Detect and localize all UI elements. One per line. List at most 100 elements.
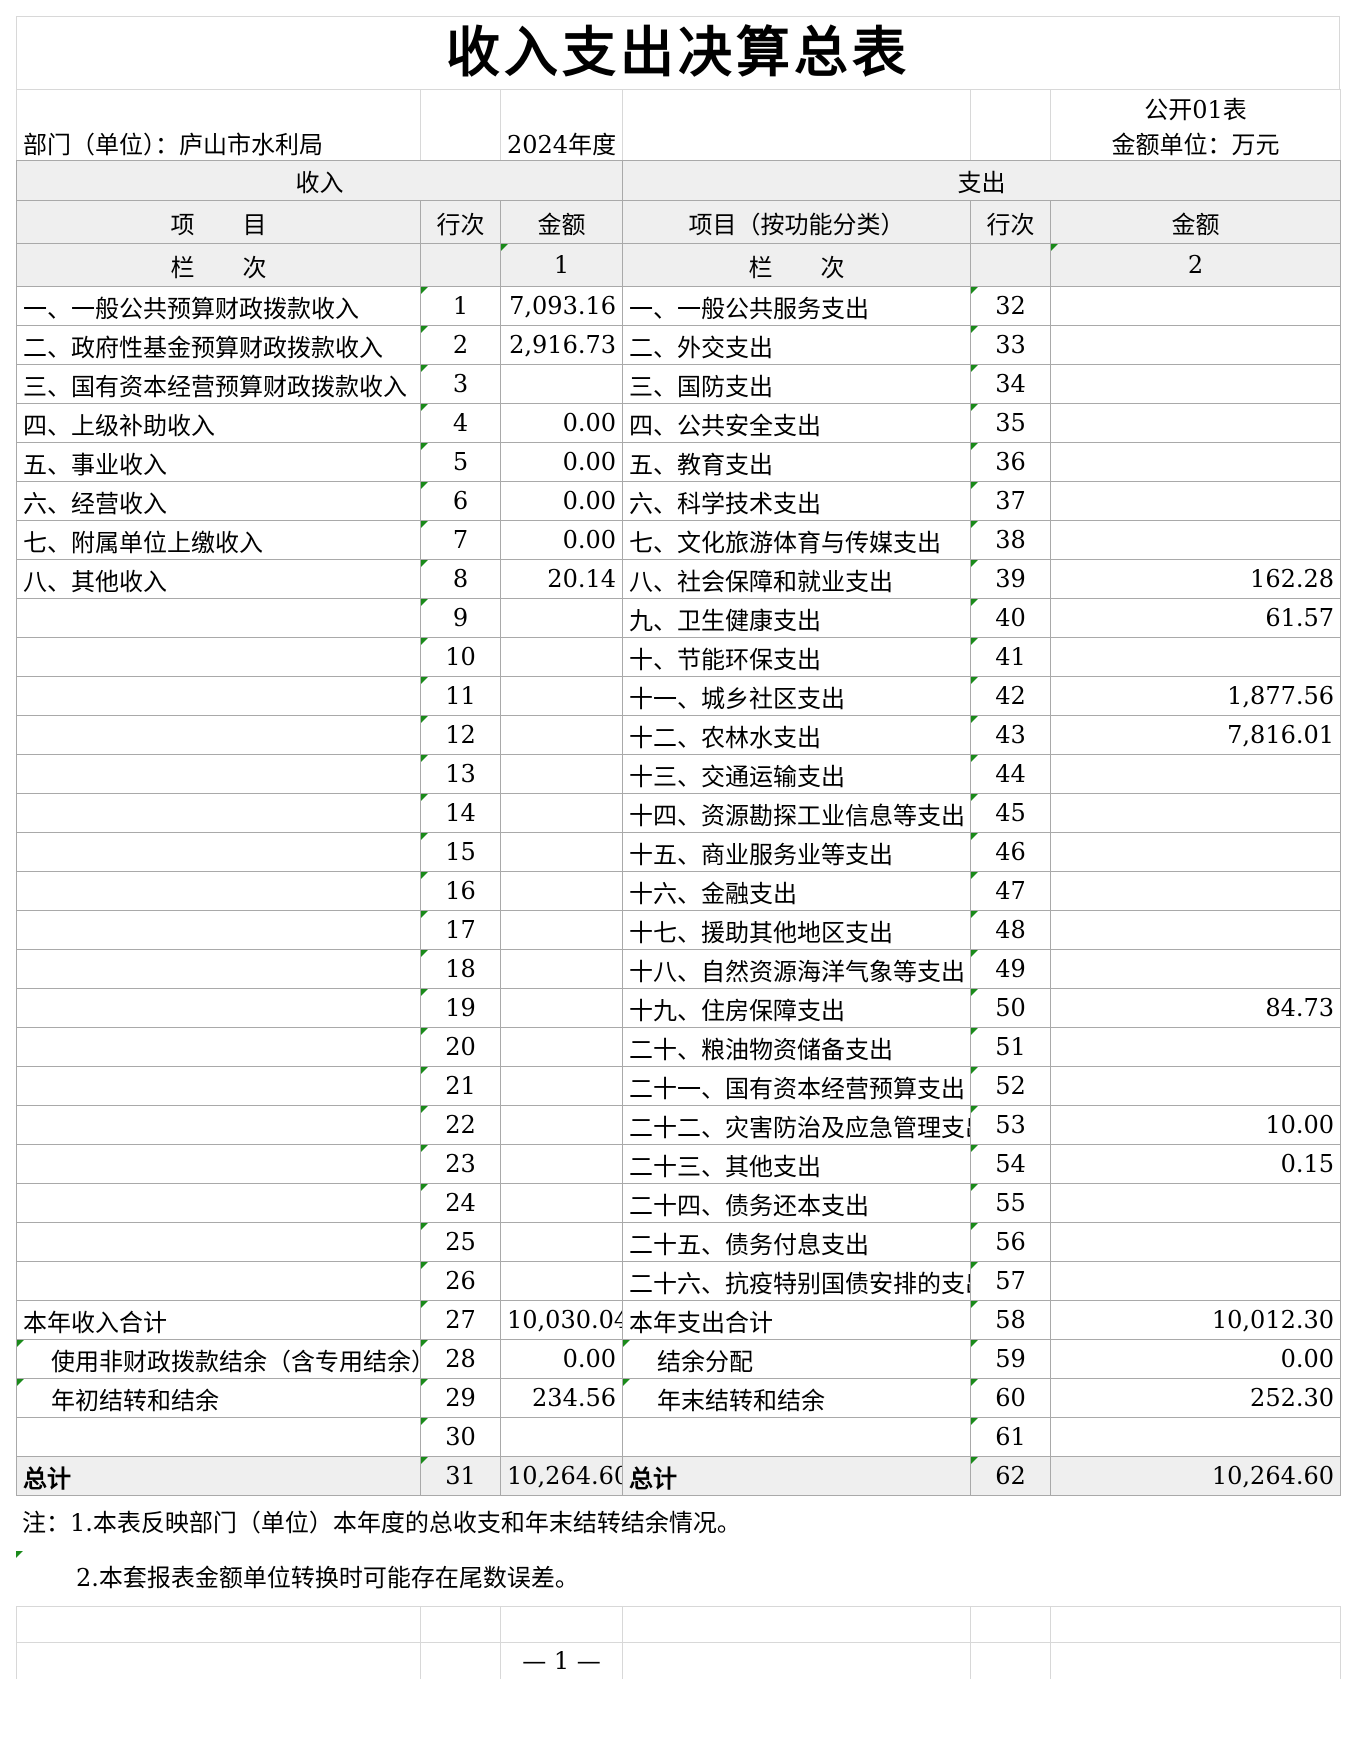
col-row-no: 行次 <box>420 200 501 244</box>
expense-row-no: 59 <box>970 1339 1052 1379</box>
income-row-no: 8 <box>420 559 501 599</box>
form-code: 公开01表 <box>1050 89 1341 125</box>
expense-item: 一、一般公共服务支出 <box>622 286 972 326</box>
income-row-no: 28 <box>420 1339 501 1379</box>
table-row: 二、政府性基金预算财政拨款收入 2 2,916.73 二、外交支出 33 <box>16 325 1342 365</box>
expense-row-no: 35 <box>970 403 1052 443</box>
col-amount: 金额 <box>499 200 624 244</box>
income-row-no: 6 <box>420 481 501 521</box>
income-item <box>16 1222 421 1262</box>
income-row-no: 17 <box>420 910 501 950</box>
income-item <box>16 1261 421 1301</box>
expense-row-no: 54 <box>970 1144 1052 1184</box>
page-number: — 1 — <box>500 1642 623 1679</box>
expense-amount <box>1050 637 1342 677</box>
col-item-func: 项目（按功能分类） <box>622 200 972 244</box>
income-item: 总计 <box>16 1456 421 1496</box>
income-amount <box>499 832 624 872</box>
expense-item: 七、文化旅游体育与传媒支出 <box>622 520 972 560</box>
expense-item: 六、科学技术支出 <box>622 481 972 521</box>
expense-item: 五、教育支出 <box>622 442 972 482</box>
expense-item: 十四、资源勘探工业信息等支出 <box>622 793 972 833</box>
expense-item: 二十、粮油物资储备支出 <box>622 1027 972 1067</box>
expense-item: 十七、援助其他地区支出 <box>622 910 972 950</box>
fiscal-year: 2024年度 <box>500 125 623 160</box>
table-row: 本年收入合计 27 10,030.04 本年支出合计 58 10,012.30 <box>16 1300 1342 1340</box>
expense-row-no: 33 <box>970 325 1052 365</box>
expense-row-no: 57 <box>970 1261 1052 1301</box>
table-row: 六、经营收入 6 0.00 六、科学技术支出 37 <box>16 481 1342 521</box>
income-item: 六、经营收入 <box>16 481 421 521</box>
page-footer: — 1 — <box>16 1606 1341 1679</box>
income-amount <box>499 949 624 989</box>
income-row-no: 14 <box>420 793 501 833</box>
income-amount <box>499 871 624 911</box>
income-item: 四、上级补助收入 <box>16 403 421 443</box>
expense-amount <box>1050 871 1342 911</box>
income-row-no: 29 <box>420 1378 501 1418</box>
income-row-no: 5 <box>420 442 501 482</box>
expense-amount <box>1050 1027 1342 1067</box>
income-item: 本年收入合计 <box>16 1300 421 1340</box>
expense-row-no: 34 <box>970 364 1052 404</box>
expense-row-no: 38 <box>970 520 1052 560</box>
income-row-no: 15 <box>420 832 501 872</box>
expense-row-no: 43 <box>970 715 1052 755</box>
expense-row-no: 61 <box>970 1417 1052 1457</box>
expense-amount <box>1050 793 1342 833</box>
income-item <box>16 598 421 638</box>
table-row: 23 二十三、其他支出 54 0.15 <box>16 1144 1342 1184</box>
table-row: 八、其他收入 8 20.14 八、社会保障和就业支出 39 162.28 <box>16 559 1342 599</box>
expense-header: 支出 <box>622 160 1342 201</box>
table-row: 一、一般公共预算财政拨款收入 1 7,093.16 一、一般公共服务支出 32 <box>16 286 1342 326</box>
table-row: 12 十二、农林水支出 43 7,816.01 <box>16 715 1342 755</box>
income-item <box>16 1105 421 1145</box>
income-amount: 7,093.16 <box>499 286 624 326</box>
table-row: 30 61 <box>16 1417 1342 1457</box>
income-amount: 0.00 <box>499 481 624 521</box>
income-item <box>16 1066 421 1106</box>
table-row: 五、事业收入 5 0.00 五、教育支出 36 <box>16 442 1342 482</box>
table-row: 三、国有资本经营预算财政拨款收入 3 三、国防支出 34 <box>16 364 1342 404</box>
expense-item: 二十六、抗疫特别国债安排的支出 <box>622 1261 972 1301</box>
income-row-no: 16 <box>420 871 501 911</box>
income-item <box>16 1027 421 1067</box>
table-row: 19 十九、住房保障支出 50 84.73 <box>16 988 1342 1028</box>
expense-amount <box>1050 442 1342 482</box>
expense-item: 十五、商业服务业等支出 <box>622 832 972 872</box>
income-amount <box>499 754 624 794</box>
expense-item: 九、卫生健康支出 <box>622 598 972 638</box>
income-amount <box>499 793 624 833</box>
income-item <box>16 910 421 950</box>
income-row-no: 26 <box>420 1261 501 1301</box>
expense-item: 四、公共安全支出 <box>622 403 972 443</box>
income-row-no: 22 <box>420 1105 501 1145</box>
table-row: 17 十七、援助其他地区支出 48 <box>16 910 1342 950</box>
income-item: 使用非财政拨款结余（含专用结余） <box>16 1339 421 1379</box>
income-row-no: 30 <box>420 1417 501 1457</box>
income-amount <box>499 598 624 638</box>
expense-amount <box>1050 364 1342 404</box>
expense-item: 十八、自然资源海洋气象等支出 <box>622 949 972 989</box>
expense-amount <box>1050 286 1342 326</box>
col-index-2: 2 <box>1050 243 1342 287</box>
income-row-no: 21 <box>420 1066 501 1106</box>
amount-unit: 金额单位：万元 <box>1050 125 1341 160</box>
income-amount: 2,916.73 <box>499 325 624 365</box>
expense-item: 三、国防支出 <box>622 364 972 404</box>
income-amount: 0.00 <box>499 403 624 443</box>
expense-item: 八、社会保障和就业支出 <box>622 559 972 599</box>
expense-row-no: 58 <box>970 1300 1052 1340</box>
income-item: 五、事业收入 <box>16 442 421 482</box>
income-amount <box>499 364 624 404</box>
expense-item: 十一、城乡社区支出 <box>622 676 972 716</box>
expense-amount <box>1050 832 1342 872</box>
income-item <box>16 715 421 755</box>
table-row: 11 十一、城乡社区支出 42 1,877.56 <box>16 676 1342 716</box>
income-item <box>16 754 421 794</box>
income-row-no: 2 <box>420 325 501 365</box>
income-item: 年初结转和结余 <box>16 1378 421 1418</box>
expense-item: 二、外交支出 <box>622 325 972 365</box>
expense-amount <box>1050 949 1342 989</box>
table-row: 15 十五、商业服务业等支出 46 <box>16 832 1342 872</box>
